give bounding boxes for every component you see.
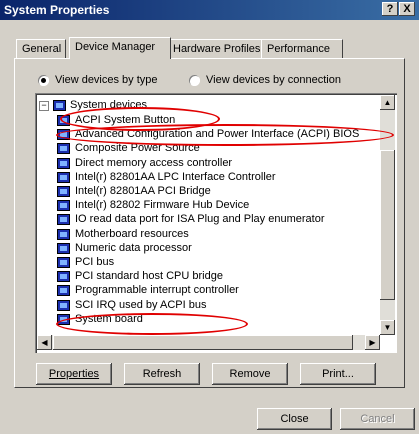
view-by-type-option[interactable]: View devices by type: [38, 74, 158, 86]
tree-item-label: Numeric data processor: [75, 241, 192, 254]
cancel-button-label: Cancel: [360, 413, 395, 425]
close-window-button[interactable]: X: [399, 2, 415, 16]
tree-root-label: System devices: [70, 99, 148, 111]
view-by-connection-option[interactable]: View devices by connection: [189, 74, 341, 86]
scroll-thumb-horizontal[interactable]: [53, 335, 353, 350]
vertical-scrollbar[interactable]: ▲ ▼: [380, 95, 395, 335]
print-button-label: Print...: [322, 368, 354, 380]
radio-unselected-icon: [189, 74, 200, 86]
horizontal-scrollbar[interactable]: ◀ ▶: [37, 335, 380, 350]
device-icon: [57, 129, 70, 141]
tree-item-label: Advanced Configuration and Power Interfa…: [75, 128, 360, 141]
tree-item-label: System board: [75, 312, 143, 325]
remove-button-label: Remove: [229, 368, 271, 380]
tree-item-label: SCI IRQ used by ACPI bus: [75, 298, 207, 311]
device-icon: [57, 157, 70, 169]
device-icon: [57, 171, 70, 183]
radio-selected-icon: [38, 74, 49, 86]
tree-item-label: Intel(r) 82802 Firmware Hub Device: [75, 199, 250, 212]
refresh-button[interactable]: Refresh: [124, 363, 200, 385]
system-properties-window: System Properties ? X General Device Man…: [0, 0, 419, 434]
tree-item-label: Intel(r) 82801AA LPC Interface Controlle…: [75, 170, 276, 183]
computer-icon: [53, 100, 66, 111]
tab-performance[interactable]: Performance: [261, 39, 343, 58]
device-icon: [57, 242, 70, 254]
view-by-type-label: View devices by type: [55, 74, 158, 86]
device-icon: [57, 285, 70, 297]
scroll-right-icon[interactable]: ▶: [365, 335, 380, 350]
properties-button-label: Properties: [48, 368, 100, 380]
device-icon: [57, 313, 70, 325]
tree-item-label: Composite Power Source: [75, 142, 200, 155]
tree-item-label: PCI bus: [75, 256, 115, 268]
device-icon: [57, 299, 70, 311]
tab-hardware-profiles[interactable]: Hardware Profiles: [167, 39, 264, 58]
scroll-left-icon[interactable]: ◀: [37, 335, 52, 350]
refresh-button-label: Refresh: [142, 368, 182, 380]
device-icon: [57, 271, 70, 283]
title-bar[interactable]: System Properties ? X: [0, 0, 419, 20]
cancel-button[interactable]: Cancel: [340, 408, 415, 430]
tree-item-label: PCI standard host CPU bridge: [75, 270, 223, 283]
tree-item-label: Intel(r) 82801AA PCI Bridge: [75, 185, 211, 197]
tree-item-label: Direct memory access controller: [75, 156, 233, 169]
window-title: System Properties: [4, 3, 110, 17]
tree-item-label: Programmable interrupt controller: [75, 284, 239, 297]
tree-item-label: ACPI System Button: [75, 114, 176, 126]
device-tree[interactable]: − System devices ACPI System Button Advan…: [35, 93, 397, 353]
device-icon: [57, 214, 70, 226]
print-button[interactable]: Print...: [300, 363, 376, 385]
close-button[interactable]: Close: [257, 408, 332, 430]
device-icon: [57, 186, 70, 197]
view-by-connection-label: View devices by connection: [206, 74, 341, 86]
close-button-label: Close: [280, 413, 309, 425]
scroll-down-icon[interactable]: ▼: [380, 320, 395, 335]
device-icon: [57, 257, 70, 268]
tab-device-manager[interactable]: Device Manager: [69, 37, 171, 59]
properties-button[interactable]: Properties: [36, 363, 112, 385]
scroll-thumb[interactable]: [380, 150, 395, 300]
help-button[interactable]: ?: [382, 2, 398, 16]
tree-item-label: Motherboard resources: [75, 227, 189, 240]
collapse-minus-icon[interactable]: −: [39, 101, 49, 111]
remove-button[interactable]: Remove: [212, 363, 288, 385]
device-icon: [57, 200, 70, 212]
device-icon: [57, 143, 70, 155]
scroll-up-icon[interactable]: ▲: [380, 95, 395, 110]
device-icon: [57, 115, 70, 126]
tree-item-label: IO read data port for ISA Plug and Play …: [75, 213, 325, 226]
device-icon: [57, 228, 70, 240]
tab-general[interactable]: General: [16, 39, 66, 58]
